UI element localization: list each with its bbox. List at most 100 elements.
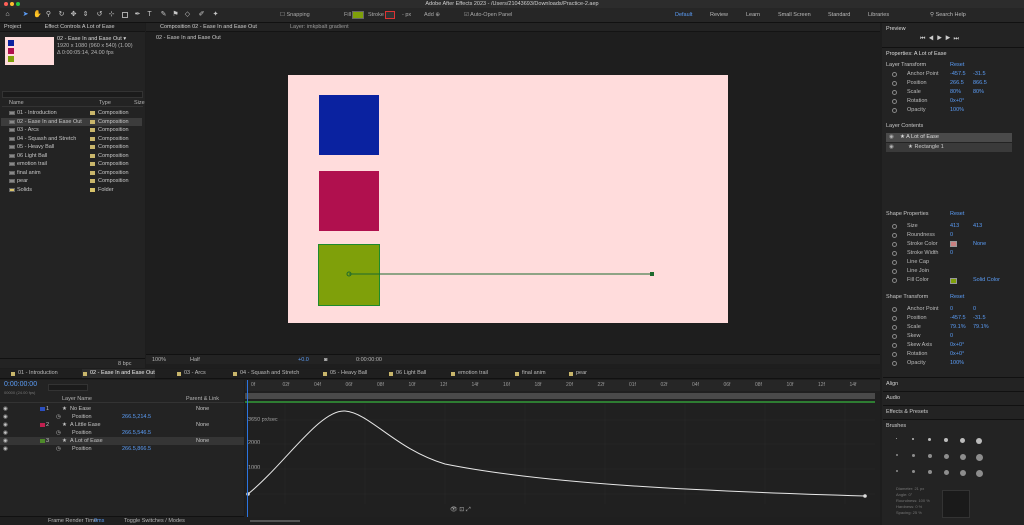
property-value[interactable]: 266.5,866.5: [122, 445, 151, 453]
clone-stamp-icon[interactable]: ⚑: [172, 11, 179, 19]
layer-transform-row[interactable]: Anchor Point -457.5 -31.5: [885, 70, 1013, 79]
brush-tip[interactable]: [896, 470, 898, 472]
layer-transform-value-2[interactable]: 866.5: [973, 79, 987, 88]
eraser-icon[interactable]: ◇: [184, 11, 191, 19]
close-window-button[interactable]: [4, 2, 8, 6]
project-item[interactable]: 04 - Squash and Stretch Composition: [1, 135, 142, 143]
layer-label-color[interactable]: [40, 407, 45, 411]
layer-transform-row[interactable]: Opacity 100%: [885, 106, 1013, 115]
dolly-camera-icon[interactable]: ⇕: [82, 11, 89, 19]
shape-transform-value-2[interactable]: -31.5: [973, 314, 986, 323]
brush-tip[interactable]: [944, 470, 949, 475]
layer-label-color[interactable]: [40, 439, 45, 443]
brush-tip[interactable]: [944, 438, 948, 442]
stopwatch-icon[interactable]: [892, 325, 897, 330]
name-column[interactable]: Name: [9, 100, 24, 106]
zoom-slider[interactable]: [250, 520, 300, 522]
label-color-swatch[interactable]: [90, 153, 95, 158]
timeline-tab[interactable]: pear: [568, 369, 587, 378]
rectangle-tool-icon[interactable]: [122, 12, 128, 18]
project-tab[interactable]: Project: [4, 24, 21, 30]
shape-properties-section[interactable]: Shape Properties: [886, 211, 929, 217]
shape-transform-value-2[interactable]: 0: [973, 305, 976, 314]
shape-property-row[interactable]: Size 413 413: [885, 222, 1013, 231]
layer-transform-value-1[interactable]: 100%: [950, 106, 964, 115]
stopwatch-icon[interactable]: [892, 81, 897, 86]
keyframe-end[interactable]: [863, 494, 867, 498]
effects-presets-panel[interactable]: Effects & Presets: [883, 405, 1024, 418]
roto-brush-icon[interactable]: ✐: [198, 11, 205, 19]
workspace-small-screen[interactable]: Small Screen: [778, 12, 811, 18]
selection-tool-icon[interactable]: ➤: [22, 11, 29, 19]
stopwatch-icon[interactable]: [892, 224, 897, 229]
shape-property-value-1[interactable]: 413: [950, 222, 959, 231]
pan-behind-icon[interactable]: ⊹: [108, 11, 115, 19]
brush-tip[interactable]: [928, 438, 931, 441]
workspace-review[interactable]: Review: [710, 12, 728, 18]
timeline-tab[interactable]: 01 - Introduction: [10, 369, 58, 378]
stopwatch-icon[interactable]: [892, 334, 897, 339]
layer-transform-row[interactable]: Scale 80% 80%: [885, 88, 1013, 97]
label-color-swatch[interactable]: [90, 128, 95, 132]
stroke-width-field[interactable]: - px: [402, 12, 411, 18]
brush-tip[interactable]: [912, 454, 915, 457]
shape-property-row[interactable]: Stroke Color None: [885, 240, 1013, 249]
last-frame-icon[interactable]: ⏭: [953, 36, 961, 42]
shape-property-value-1[interactable]: 0: [950, 231, 953, 240]
parent-dropdown[interactable]: None: [196, 421, 209, 429]
label-color-swatch[interactable]: [90, 119, 95, 124]
layer-name[interactable]: A Little Ease: [70, 421, 101, 429]
comp-subtab[interactable]: 02 - Ease In and Ease Out: [156, 35, 221, 41]
layer-transform-row[interactable]: Rotation 0x+0°: [885, 97, 1013, 106]
stopwatch-icon[interactable]: [892, 269, 897, 274]
stopwatch-icon[interactable]: ◷: [56, 429, 61, 437]
parent-dropdown[interactable]: None: [196, 405, 209, 413]
shape-transform-section[interactable]: Shape Transform: [886, 294, 928, 300]
layer-row[interactable]: ◉ 1 ★ No Ease None: [0, 405, 244, 413]
brush-tool-icon[interactable]: ✎: [160, 11, 167, 19]
layer-row[interactable]: ◉ 2 ★ A Little Ease None: [0, 421, 244, 429]
type-column[interactable]: Type: [99, 100, 111, 106]
brush-tip[interactable]: [912, 438, 914, 440]
layer-transform-section[interactable]: Layer Transform: [886, 62, 926, 68]
hand-tool-icon[interactable]: ✋: [33, 11, 42, 19]
stopwatch-icon[interactable]: [892, 352, 897, 357]
preview-title[interactable]: Preview: [886, 26, 906, 32]
shape-transform-value-1[interactable]: 0x+0°: [950, 350, 964, 359]
shape-transform-value-1[interactable]: 100%: [950, 359, 964, 368]
project-item[interactable]: emotion trail Composition: [1, 160, 142, 168]
contents-group-row[interactable]: ◉ ★ A Lot of Ease: [886, 133, 1012, 142]
shape-transform-row[interactable]: Position -457.5 -31.5: [885, 314, 1013, 323]
layer-name[interactable]: A Lot of Ease: [70, 437, 103, 445]
project-item[interactable]: pear Composition: [1, 177, 142, 185]
effect-controls-tab[interactable]: Effect Controls A Lot of Ease: [45, 24, 115, 30]
search-help[interactable]: ⚲ Search Help: [930, 12, 966, 18]
property-value[interactable]: 266.5,546.5: [122, 429, 151, 437]
shape-property-value-1[interactable]: 0: [950, 249, 953, 258]
stopwatch-icon[interactable]: [892, 99, 897, 104]
shape-transform-row[interactable]: Scale 79.1% 79.1%: [885, 323, 1013, 332]
snap-icon[interactable]: ⊡: [459, 507, 464, 513]
align-panel[interactable]: Align: [883, 377, 1024, 390]
audio-panel[interactable]: Audio: [883, 391, 1024, 404]
stroke-color-swatch[interactable]: [385, 11, 395, 19]
comp-name[interactable]: 02 - Ease In and Ease Out ▾: [57, 36, 126, 42]
timeline-tab[interactable]: 06 Light Ball: [388, 369, 426, 378]
timeline-tab[interactable]: 04 - Squash and Stretch: [232, 369, 299, 378]
layer-transform-value-1[interactable]: -457.5: [950, 70, 966, 79]
shape-transform-value-1[interactable]: 0x+0°: [950, 341, 964, 350]
visibility-eye-icon[interactable]: ◉: [3, 413, 8, 421]
timeline-tab[interactable]: 05 - Heavy Ball: [322, 369, 367, 378]
add-button[interactable]: Add ⊕: [424, 12, 440, 18]
timeline-tab[interactable]: 02 - Ease In and Ease Out: [82, 369, 155, 378]
timeline-tab[interactable]: 03 - Arcs: [176, 369, 206, 378]
preview-controls[interactable]: ⏮◀▶▶⏭: [920, 36, 962, 43]
stopwatch-icon[interactable]: ◷: [56, 445, 61, 453]
shape-transform-row[interactable]: Skew Axis 0x+0°: [885, 341, 1013, 350]
stopwatch-icon[interactable]: [892, 72, 897, 77]
property-value[interactable]: 266.5,214.5: [122, 413, 151, 421]
layer-transform-value-1[interactable]: 80%: [950, 88, 961, 97]
stopwatch-icon[interactable]: [892, 108, 897, 113]
project-item[interactable]: Solids Folder: [1, 186, 142, 194]
layer-row[interactable]: ◉ 3 ★ A Lot of Ease None: [0, 437, 244, 445]
